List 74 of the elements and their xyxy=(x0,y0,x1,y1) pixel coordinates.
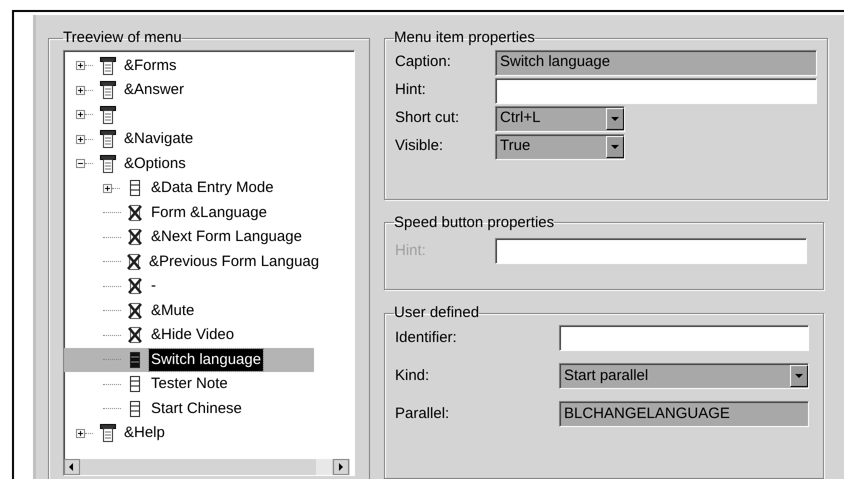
menu-icon xyxy=(100,106,116,124)
expand-toggle[interactable] xyxy=(103,184,112,193)
menu-item-icon xyxy=(130,352,140,368)
tree-item-label: &Next Form Language xyxy=(150,227,303,247)
caret-icon xyxy=(795,374,803,378)
field-label: Hint: xyxy=(395,80,427,100)
field-label: Short cut: xyxy=(395,108,460,128)
tree-item[interactable]: Tester Note xyxy=(64,372,314,396)
tree-item-label: &Hide Video xyxy=(150,325,236,345)
input-field[interactable] xyxy=(495,78,817,104)
tree-item[interactable]: &Data Entry Mode xyxy=(64,176,314,200)
tree-item-label: - xyxy=(150,276,157,296)
expand-toggle[interactable] xyxy=(76,134,85,144)
input-field[interactable]: BLCHANGELANGUAGE xyxy=(559,400,809,427)
input-field[interactable]: Switch language xyxy=(495,50,817,76)
group-title: Menu item properties xyxy=(394,28,535,48)
dropdown[interactable]: True xyxy=(495,134,625,160)
horizontal-scrollbar[interactable] xyxy=(64,458,350,474)
field-label: Identifier: xyxy=(395,328,458,348)
crossed-item-icon xyxy=(128,327,142,344)
caret-icon xyxy=(611,116,619,120)
field-label: Visible: xyxy=(395,136,444,156)
tree-item-label: &Forms xyxy=(123,56,178,76)
crossed-item-icon xyxy=(128,229,142,246)
tree-item-label: &Options xyxy=(123,154,187,174)
menu-icon xyxy=(100,130,116,148)
crossed-item-icon xyxy=(128,204,142,221)
tree-item[interactable]: &Options xyxy=(64,152,314,176)
expand-toggle[interactable] xyxy=(76,428,85,438)
collapse-toggle[interactable] xyxy=(76,159,85,168)
menu-item-icon xyxy=(130,400,140,417)
menu-icon xyxy=(100,56,116,75)
tree-item-label: &Answer xyxy=(123,80,186,100)
input-field[interactable] xyxy=(559,324,809,351)
tree-item-label: Tester Note xyxy=(150,374,229,394)
tree-item-label: &Help xyxy=(123,423,166,443)
dropdown[interactable]: Start parallel xyxy=(559,362,809,389)
menu-item-icon xyxy=(130,376,140,392)
crossed-item-icon xyxy=(128,278,142,294)
menu-icon xyxy=(100,81,116,100)
tree-item[interactable]: &Hide Video xyxy=(64,323,314,348)
expand-toggle[interactable] xyxy=(76,86,85,95)
tree-item[interactable]: &Next Form Language xyxy=(64,225,314,250)
tree-item[interactable]: &Navigate xyxy=(64,127,314,152)
tree-item[interactable]: Switch language xyxy=(64,348,314,372)
tree-item[interactable]: &Mute xyxy=(64,298,314,323)
menu-icon xyxy=(100,424,116,442)
dropdown[interactable]: Ctrl+L xyxy=(495,106,625,132)
tree-item-label: &Previous Form Languag xyxy=(148,252,320,272)
field-label: Kind: xyxy=(395,366,430,386)
group-title: Treeview of menu xyxy=(63,28,182,48)
caret-icon xyxy=(611,144,619,148)
expand-toggle[interactable] xyxy=(76,110,85,120)
tree-item-label: Start Chinese xyxy=(150,398,243,418)
expand-toggle[interactable] xyxy=(76,61,85,70)
field-label: Caption: xyxy=(395,52,452,72)
tree-item-label: &Data Entry Mode xyxy=(150,178,275,198)
field-label: Parallel: xyxy=(395,404,450,424)
crossed-item-icon xyxy=(127,254,141,270)
group-title: Speed button properties xyxy=(394,212,554,233)
tree-item[interactable]: Start Chinese xyxy=(64,396,314,421)
group-title: User defined xyxy=(394,303,480,324)
crossed-item-icon xyxy=(128,302,142,319)
menu-item-icon xyxy=(130,180,140,196)
menu-icon xyxy=(100,154,116,173)
tree-item[interactable]: - xyxy=(64,274,314,298)
tree-item[interactable]: &Forms xyxy=(64,54,314,78)
tree-item-label: Switch language xyxy=(149,348,264,371)
tree-item-label: &Mute xyxy=(150,300,196,320)
tree-item-label: &Navigate xyxy=(123,129,194,149)
tree-item[interactable]: &Answer xyxy=(64,78,314,102)
tree-item[interactable]: &Help xyxy=(64,421,314,446)
tree-item[interactable]: Form &Language xyxy=(64,200,314,225)
tree-item-label: Form &Language xyxy=(150,202,268,222)
